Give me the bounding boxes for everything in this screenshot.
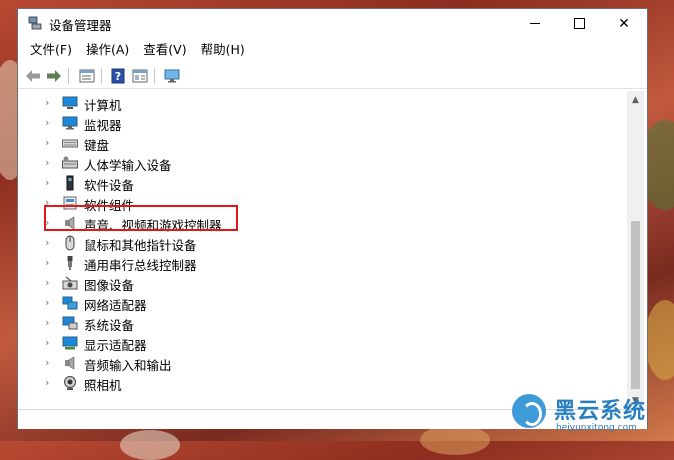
chevron-right-icon[interactable]: › — [45, 356, 55, 370]
toolbar-separator — [68, 68, 69, 84]
display-adapter-icon — [62, 336, 78, 350]
chevron-right-icon[interactable]: › — [45, 276, 55, 290]
highlight-box — [44, 205, 238, 231]
watermark-logo-icon — [512, 394, 546, 428]
tree-item[interactable]: › 显示适配器 — [18, 333, 618, 353]
tree-item-label: 网络适配器 — [84, 298, 147, 313]
tree-item[interactable]: › 系统设备 — [18, 313, 618, 333]
tree-item-label: 计算机 — [84, 98, 122, 113]
minimize-icon — [530, 23, 540, 24]
usb-icon — [67, 256, 73, 270]
toolbar-separator — [101, 68, 102, 84]
tree-item[interactable]: › 音频输入和输出 — [18, 353, 618, 373]
chevron-right-icon[interactable]: › — [45, 296, 55, 310]
device-tree: › 计算机 › 监视器 › 键盘 › 人体学输入设备 › 软件设备 › 软件组件 › 声音、视频和游戏控制… — [18, 91, 618, 409]
background-decoration — [645, 300, 674, 380]
keyboard-icon — [62, 139, 78, 148]
tree-item[interactable]: › 人体学输入设备 — [18, 153, 618, 173]
background-decoration — [120, 430, 180, 460]
tree-item-label: 音频输入和输出 — [84, 358, 172, 373]
toolbar: ? — [18, 64, 647, 89]
window-title: 设备管理器 — [49, 18, 112, 33]
computer-icon — [62, 96, 78, 109]
scan-hardware-button[interactable] — [163, 67, 181, 85]
chevron-right-icon[interactable]: › — [45, 176, 55, 190]
tree-item-label: 软件设备 — [84, 178, 135, 193]
device-manager-window: 设备管理器 ✕ 文件(F) 操作(A) 查看(V) 帮助(H) ? › 计算机 … — [17, 8, 648, 429]
properties-icon — [79, 69, 95, 83]
system-icon — [62, 316, 78, 330]
chevron-up-icon: ▲ — [632, 94, 639, 105]
tree-item-label: 人体学输入设备 — [84, 158, 172, 173]
tree-item[interactable]: › 图像设备 — [18, 273, 618, 293]
device-manager-icon — [28, 16, 42, 30]
chevron-right-icon[interactable]: › — [45, 256, 55, 270]
tree-item[interactable]: › 通用串行总线控制器 — [18, 253, 618, 273]
camera-icon — [64, 376, 76, 390]
tree-item-label: 通用串行总线控制器 — [84, 258, 197, 273]
audio-io-icon — [65, 356, 75, 370]
tree-item-label: 图像设备 — [84, 278, 135, 293]
monitor-icon — [62, 116, 78, 130]
tree-item[interactable]: › 照相机 — [18, 373, 618, 393]
title-bar[interactable]: 设备管理器 ✕ — [18, 9, 647, 38]
chevron-right-icon[interactable]: › — [45, 336, 55, 350]
menu-file[interactable]: 文件(F) — [23, 40, 79, 62]
back-button[interactable] — [24, 67, 42, 85]
mouse-icon — [65, 235, 75, 251]
watermark: 黑云系统 heiyunxitong.com — [510, 392, 674, 441]
tree-item-label: 鼠标和其他指针设备 — [84, 238, 197, 253]
tree-item[interactable]: › 键盘 — [18, 133, 618, 153]
menu-bar: 文件(F) 操作(A) 查看(V) 帮助(H) — [18, 40, 647, 62]
tree-item-label: 键盘 — [84, 138, 110, 153]
chevron-right-icon[interactable]: › — [45, 136, 55, 150]
minimize-button[interactable] — [512, 9, 558, 38]
toolbar-separator — [154, 68, 155, 84]
chevron-right-icon[interactable]: › — [45, 116, 55, 130]
software-device-icon — [66, 175, 74, 191]
chevron-right-icon[interactable]: › — [45, 376, 55, 390]
forward-arrow-icon — [47, 70, 61, 82]
tree-item-label: 显示适配器 — [84, 338, 147, 353]
menu-view[interactable]: 查看(V) — [136, 40, 193, 62]
properties-button[interactable] — [78, 67, 96, 85]
details-button[interactable] — [131, 67, 149, 85]
watermark-url: heiyunxitong.com — [556, 423, 637, 433]
back-arrow-icon — [26, 70, 40, 82]
close-icon: ✕ — [618, 15, 630, 32]
background-decoration — [420, 425, 490, 455]
tree-item[interactable]: › 监视器 — [18, 113, 618, 133]
chevron-right-icon[interactable]: › — [45, 96, 55, 110]
tree-item[interactable]: › 网络适配器 — [18, 293, 618, 313]
hid-icon — [62, 156, 78, 169]
chevron-right-icon[interactable]: › — [45, 316, 55, 330]
details-icon — [132, 69, 148, 83]
tree-item[interactable]: › 鼠标和其他指针设备 — [18, 233, 618, 253]
imaging-icon — [62, 276, 78, 290]
menu-help[interactable]: 帮助(H) — [194, 40, 252, 62]
maximize-icon — [573, 18, 585, 29]
svg-text:?: ? — [115, 70, 121, 83]
watermark-text: 黑云系统 — [554, 399, 647, 424]
chevron-right-icon[interactable]: › — [45, 156, 55, 170]
vertical-scrollbar[interactable]: ▲ ▼ — [627, 91, 644, 409]
close-button[interactable]: ✕ — [601, 9, 647, 38]
monitor-icon — [164, 69, 180, 83]
menu-action[interactable]: 操作(A) — [79, 40, 136, 62]
tree-item[interactable]: › 软件设备 — [18, 173, 618, 193]
help-button[interactable]: ? — [109, 67, 127, 85]
maximize-button[interactable] — [556, 9, 602, 38]
forward-button[interactable] — [45, 67, 63, 85]
chevron-right-icon[interactable]: › — [45, 236, 55, 250]
scroll-up-arrow[interactable]: ▲ — [627, 91, 644, 108]
scroll-thumb[interactable] — [631, 221, 640, 389]
help-icon: ? — [111, 68, 125, 84]
tree-item[interactable]: › 计算机 — [18, 93, 618, 113]
tree-item-label: 照相机 — [84, 378, 122, 393]
network-icon — [62, 296, 78, 310]
tree-item-label: 系统设备 — [84, 318, 135, 333]
tree-item-label: 监视器 — [84, 118, 122, 133]
